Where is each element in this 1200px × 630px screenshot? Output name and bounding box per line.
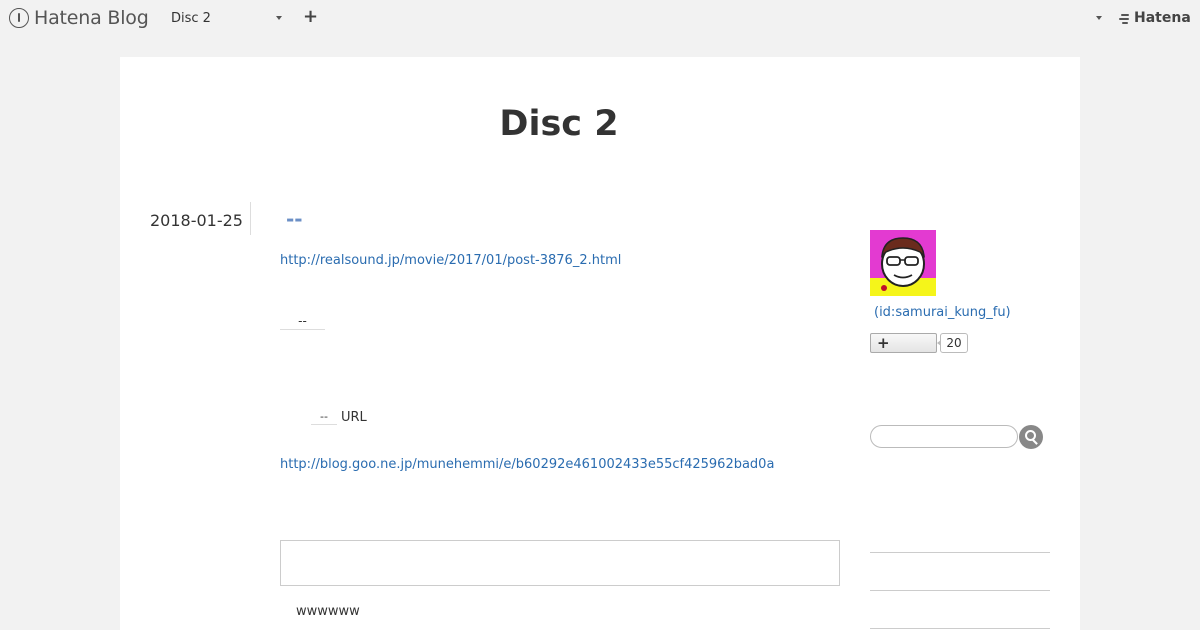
quote-box xyxy=(280,540,840,586)
hatena-blog-logo[interactable]: Hatena Blog xyxy=(9,7,149,29)
url-label: URL xyxy=(341,409,367,425)
brand-name: Hatena Blog xyxy=(34,7,149,29)
profile-id-link[interactable]: (id:samurai_kung_fu) xyxy=(874,305,1011,320)
blog-container: Disc 2 2018-01-25 -- http://realsound.jp… xyxy=(120,57,1080,630)
hatena-logo[interactable]: Hatena xyxy=(1119,10,1191,26)
search-input[interactable] xyxy=(870,425,1018,448)
hatena-logo-icon xyxy=(1119,13,1131,24)
entry-title[interactable]: -- xyxy=(286,207,303,231)
chevron-down-icon[interactable] xyxy=(276,16,282,20)
url-line: -- URL xyxy=(311,409,367,425)
subscribe-button[interactable]: + xyxy=(870,333,937,353)
entry-link-goo-blog[interactable]: http://blog.goo.ne.jp/munehemmi/e/b60292… xyxy=(280,457,774,472)
hatena-logo-text: Hatena xyxy=(1134,10,1191,26)
sidebar-divider xyxy=(870,628,1050,629)
url-dash: -- xyxy=(311,409,337,425)
blog-title[interactable]: Disc 2 xyxy=(120,104,998,144)
entry-date[interactable]: 2018-01-25 xyxy=(150,211,243,230)
entry-paragraph: wwwwww xyxy=(296,604,360,619)
blog-selector[interactable]: Disc 2 xyxy=(171,11,283,26)
entry-inline-text: -- xyxy=(280,314,325,330)
avatar-image xyxy=(870,230,936,296)
global-header: Hatena Blog Disc 2 + Hatena xyxy=(0,0,1200,36)
subscriber-count-badge: 20 xyxy=(937,333,968,353)
user-menu-chevron-down-icon[interactable] xyxy=(1096,16,1102,20)
profile-avatar[interactable] xyxy=(870,230,936,296)
search-icon[interactable] xyxy=(1019,425,1043,449)
hatena-blog-logo-icon xyxy=(9,8,29,28)
sidebar-divider xyxy=(870,590,1050,591)
add-blog-button[interactable]: + xyxy=(303,8,318,26)
date-divider xyxy=(250,202,251,235)
sidebar-divider xyxy=(870,552,1050,553)
entry-link-realsound[interactable]: http://realsound.jp/movie/2017/01/post-3… xyxy=(280,253,621,268)
